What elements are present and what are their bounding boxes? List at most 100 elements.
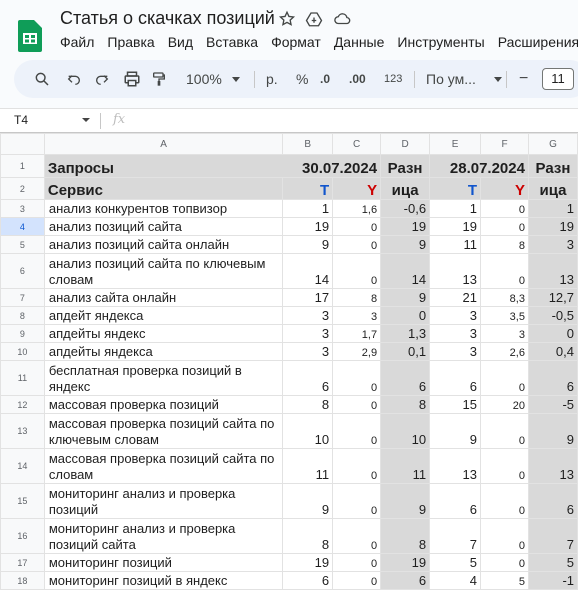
header-y-2[interactable]: Y — [480, 177, 529, 200]
cell-y-2[interactable]: 5 — [480, 571, 529, 590]
cell-diff-1[interactable]: 19 — [380, 553, 431, 572]
cell-y-2[interactable]: 8 — [480, 235, 529, 254]
cell-t-1[interactable]: 6 — [282, 571, 334, 590]
cell-y-1[interactable]: 0 — [332, 483, 382, 519]
cell-diff-1[interactable]: 11 — [380, 448, 431, 484]
cell-diff-1[interactable]: 19 — [380, 217, 431, 236]
cell-query[interactable]: мониторинг позиций в яндекс — [43, 571, 284, 590]
cell-diff-1[interactable]: 8 — [380, 518, 431, 554]
cell-t-1[interactable]: 10 — [282, 413, 334, 449]
header-y-1[interactable]: Y — [332, 177, 382, 200]
cell-t-1[interactable]: 8 — [282, 395, 334, 414]
cell-t-1[interactable]: 9 — [282, 235, 334, 254]
cell-y-1[interactable]: 8 — [332, 288, 382, 307]
move-to-drive-icon[interactable] — [304, 10, 324, 28]
cell-t-1[interactable]: 3 — [282, 324, 334, 343]
cell-t-2[interactable]: 21 — [429, 288, 482, 307]
cell-diff-1[interactable]: -0,6 — [380, 199, 431, 218]
row-header[interactable]: 9 — [0, 324, 45, 343]
cell-diff-1[interactable]: 14 — [380, 253, 431, 289]
cell-query[interactable]: мониторинг анализ и проверка позиций сай… — [43, 518, 284, 554]
cell-t-2[interactable]: 5 — [429, 553, 482, 572]
cell-diff-2[interactable]: 5 — [527, 553, 578, 572]
cell-diff-2[interactable]: 9 — [527, 413, 578, 449]
row-header[interactable]: 3 — [0, 199, 45, 218]
row-header[interactable]: 17 — [0, 553, 45, 572]
column-header-a[interactable]: A — [43, 133, 284, 155]
cell-y-2[interactable]: 0 — [480, 413, 529, 449]
cell-query[interactable]: массовая проверка позиций сайта по слова… — [43, 448, 284, 484]
column-header-e[interactable]: E — [429, 133, 482, 155]
cell-y-2[interactable]: 0 — [480, 217, 529, 236]
cell-y-1[interactable]: 0 — [332, 571, 382, 590]
cell-y-1[interactable]: 0 — [332, 217, 382, 236]
select-all-corner[interactable] — [0, 133, 45, 155]
cell-t-2[interactable]: 4 — [429, 571, 482, 590]
name-box-chevron-icon[interactable] — [82, 118, 90, 122]
cell-y-1[interactable]: 1,6 — [332, 199, 382, 218]
cell-diff-2[interactable]: 0 — [527, 324, 578, 343]
cell-t-1[interactable]: 9 — [282, 483, 334, 519]
cell-y-1[interactable]: 0 — [332, 518, 382, 554]
format-currency-button[interactable]: р. — [266, 60, 278, 98]
cell-query[interactable]: анализ сайта онлайн — [43, 288, 284, 307]
cell-diff-1[interactable]: 10 — [380, 413, 431, 449]
menu-tools[interactable]: Инструменты — [397, 34, 484, 50]
cell-t-2[interactable]: 1 — [429, 199, 482, 218]
cell-y-1[interactable]: 2,9 — [332, 342, 382, 361]
row-header[interactable]: 1 — [0, 154, 45, 178]
cell-diff-2[interactable]: 3 — [527, 235, 578, 254]
cell-t-1[interactable]: 19 — [282, 553, 334, 572]
cell-t-1[interactable]: 19 — [282, 217, 334, 236]
header-t-1[interactable]: T — [282, 177, 334, 200]
header-diff-2-bottom[interactable]: ица — [527, 177, 578, 200]
cell-t-2[interactable]: 19 — [429, 217, 482, 236]
header-diff-2[interactable]: Разн — [527, 154, 578, 178]
cell-query[interactable]: массовая проверка позиций сайта по ключе… — [43, 413, 284, 449]
cell-query[interactable]: массовая проверка позиций — [43, 395, 284, 414]
menu-format[interactable]: Формат — [271, 34, 321, 50]
cell-t-1[interactable]: 8 — [282, 518, 334, 554]
decrease-decimal-button[interactable]: .0 — [320, 60, 330, 98]
cell-query[interactable]: анализ позиций сайта онлайн — [43, 235, 284, 254]
cell-y-2[interactable]: 0 — [480, 448, 529, 484]
row-header[interactable]: 2 — [0, 177, 45, 200]
cell-y-2[interactable]: 0 — [480, 199, 529, 218]
row-header[interactable]: 13 — [0, 413, 45, 449]
header-date-1[interactable]: 30.07.2024 — [282, 154, 382, 178]
cell-t-2[interactable]: 6 — [429, 360, 482, 396]
font-size-input[interactable]: 11 — [542, 68, 574, 90]
cell-diff-1[interactable]: 6 — [380, 571, 431, 590]
cell-t-2[interactable]: 3 — [429, 306, 482, 325]
cell-query[interactable]: бесплатная проверка позиций в яндекс — [43, 360, 284, 396]
cell-y-2[interactable]: 20 — [480, 395, 529, 414]
column-header-g[interactable]: G — [527, 133, 578, 155]
spreadsheet-grid[interactable]: A B C D E F G 1 Запросы 30.07.2024 Разн … — [0, 133, 578, 604]
menu-edit[interactable]: Правка — [107, 34, 154, 50]
header-t-2[interactable]: T — [429, 177, 482, 200]
cell-y-2[interactable]: 0 — [480, 483, 529, 519]
cell-t-1[interactable]: 11 — [282, 448, 334, 484]
cell-query[interactable]: анализ конкурентов топвизор — [43, 199, 284, 218]
cell-diff-2[interactable]: -0,5 — [527, 306, 578, 325]
cell-query[interactable]: мониторинг анализ и проверка позиций — [43, 483, 284, 519]
cell-y-2[interactable]: 0 — [480, 253, 529, 289]
row-header[interactable]: 5 — [0, 235, 45, 254]
cell-t-2[interactable]: 6 — [429, 483, 482, 519]
row-header[interactable]: 16 — [0, 518, 45, 554]
cell-y-1[interactable]: 0 — [332, 253, 382, 289]
cell-t-2[interactable]: 13 — [429, 448, 482, 484]
cell-t-2[interactable]: 3 — [429, 324, 482, 343]
cell-diff-2[interactable]: 6 — [527, 483, 578, 519]
row-header[interactable]: 8 — [0, 306, 45, 325]
cell-t-1[interactable]: 14 — [282, 253, 334, 289]
header-date-2[interactable]: 28.07.2024 — [429, 154, 529, 178]
row-header[interactable]: 18 — [0, 571, 45, 590]
cell-diff-2[interactable]: -1 — [527, 571, 578, 590]
cell-y-2[interactable]: 8,3 — [480, 288, 529, 307]
cell-t-1[interactable]: 17 — [282, 288, 334, 307]
row-header[interactable]: 15 — [0, 483, 45, 519]
menu-view[interactable]: Вид — [168, 34, 193, 50]
cell-diff-2[interactable]: 6 — [527, 360, 578, 396]
menu-insert[interactable]: Вставка — [206, 34, 258, 50]
